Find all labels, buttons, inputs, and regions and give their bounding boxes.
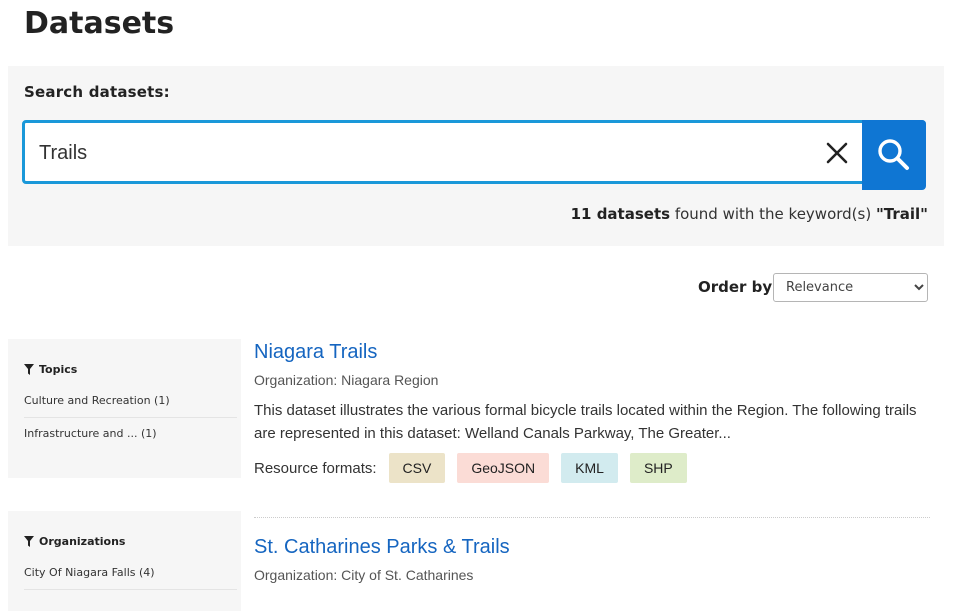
order-by-select[interactable]: Relevance [773, 273, 928, 302]
dataset-organization: Organization: City of St. Catharines [254, 567, 474, 583]
filter-icon [24, 536, 34, 547]
format-badge-kml[interactable]: KML [561, 453, 618, 483]
results-text: found with the keyword(s) [670, 205, 876, 223]
facet-topics-heading: Topics [24, 363, 77, 376]
results-keyword: "Trail" [875, 205, 928, 223]
format-badge-csv[interactable]: CSV [388, 453, 446, 483]
order-by-label: Order by: [698, 278, 779, 296]
dataset-title-link[interactable]: Niagara Trails [254, 341, 377, 364]
search-input[interactable] [37, 133, 801, 173]
search-label: Search datasets: [24, 83, 170, 101]
search-button[interactable] [862, 120, 926, 190]
format-badge-shp[interactable]: SHP [629, 453, 687, 483]
facet-item-city-niagara-falls[interactable]: City Of Niagara Falls (4) [24, 557, 237, 590]
close-icon [826, 142, 848, 164]
dataset-description: This dataset illustrates the various for… [254, 402, 917, 442]
dataset-divider [254, 517, 930, 518]
search-panel: Search datasets: 11 datasets found with … [8, 66, 944, 246]
facet-topics-title: Topics [39, 363, 78, 376]
page-title: Datasets [24, 6, 175, 41]
facet-item-infrastructure[interactable]: Infrastructure and ... (1) [24, 418, 237, 450]
format-badge-geojson[interactable]: GeoJSON [457, 453, 550, 483]
clear-search-button[interactable] [823, 139, 851, 167]
search-box [22, 120, 926, 190]
resource-formats-label: Resource formats: [254, 459, 377, 477]
dataset-title-link[interactable]: St. Catharines Parks & Trails [254, 536, 510, 559]
facet-organizations-title: Organizations [39, 535, 126, 548]
filter-icon [24, 364, 34, 375]
facet-organizations: Organizations City Of Niagara Falls (4) [8, 511, 241, 611]
search-icon [878, 139, 909, 170]
facet-organizations-heading: Organizations [24, 535, 125, 548]
results-summary: 11 datasets found with the keyword(s) "T… [571, 205, 928, 223]
facet-item-culture-recreation[interactable]: Culture and Recreation (1) [24, 385, 237, 418]
facet-topics: Topics Culture and Recreation (1) Infras… [8, 339, 241, 478]
results-count: 11 datasets [570, 205, 671, 223]
resource-formats: Resource formats: CSV GeoJSON KML SHP [254, 453, 687, 483]
dataset-organization: Organization: Niagara Region [254, 372, 439, 388]
